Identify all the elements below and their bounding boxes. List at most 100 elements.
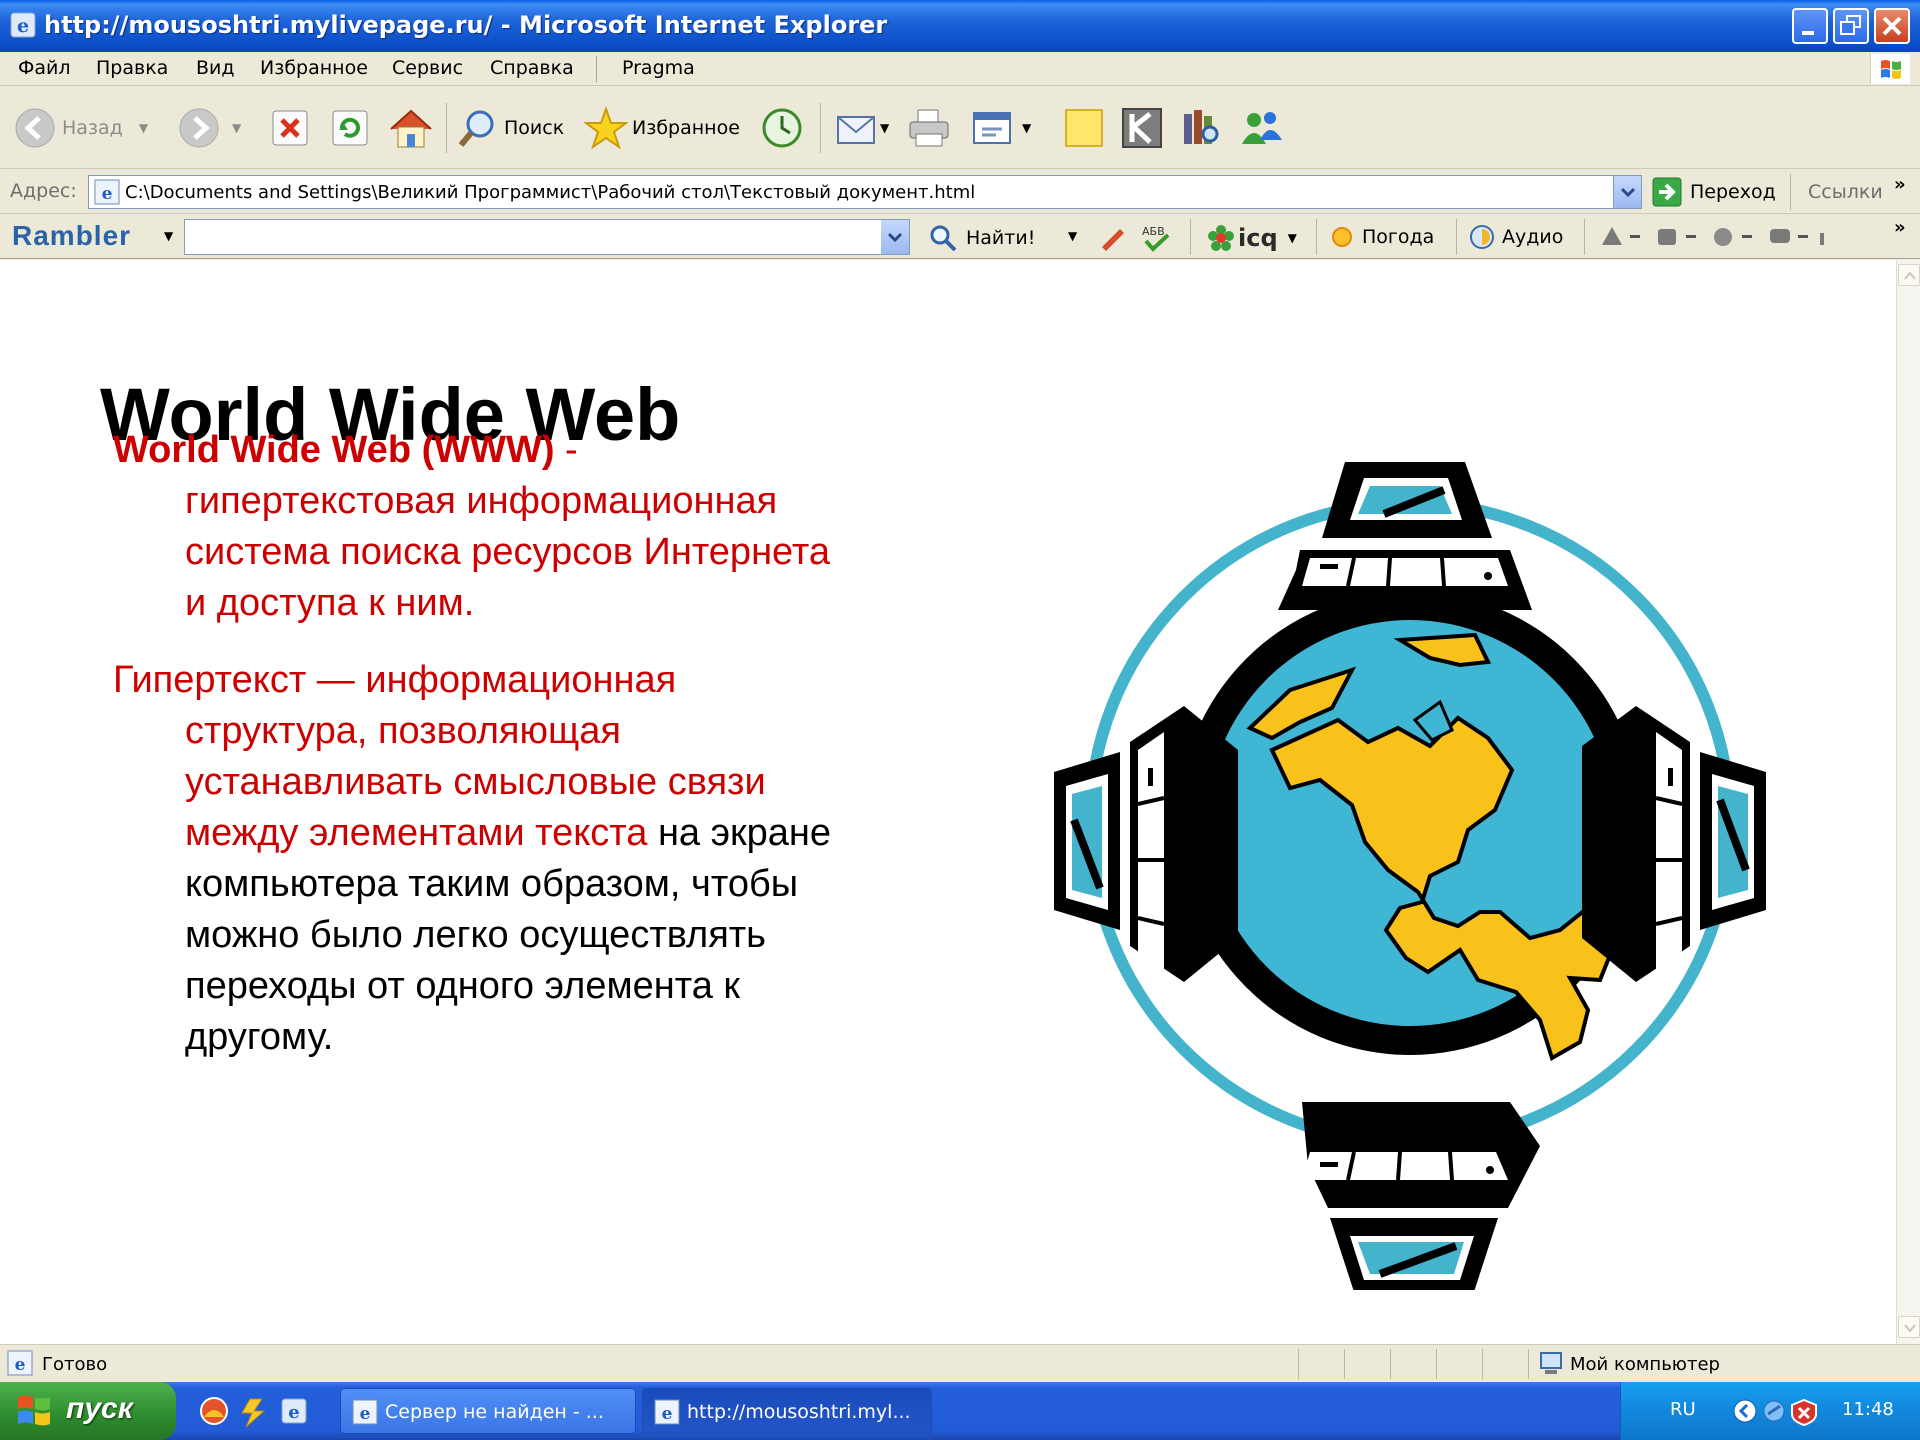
tray-expand-icon[interactable] [1732, 1398, 1758, 1424]
title-bar[interactable]: e http://mousoshtri.mylivepage.ru/ - Mic… [0, 0, 1920, 52]
menu-pragma[interactable]: Pragma [622, 57, 695, 79]
language-indicator[interactable]: RU [1670, 1399, 1696, 1420]
status-divider [1298, 1349, 1299, 1379]
svg-text:e: e [662, 1404, 673, 1424]
favorites-label: Избранное [632, 117, 740, 139]
audio-label: Аудио [1502, 226, 1564, 248]
status-divider [1344, 1349, 1345, 1379]
page-done-icon: e [7, 1350, 33, 1376]
restore-button[interactable] [1833, 8, 1869, 44]
find-dropdown-icon[interactable]: ▼ [1068, 229, 1077, 243]
mail-dropdown-icon[interactable]: ▼ [880, 121, 889, 135]
status-divider [1436, 1349, 1437, 1379]
scroll-down-button[interactable] [1898, 1316, 1920, 1338]
tray-icons[interactable] [1762, 1396, 1822, 1426]
print-button[interactable] [906, 101, 952, 155]
rambler-toolbar: Rambler ▼ Найти! ▼ АБВ icq ▼ Погода Ауди… [0, 215, 1920, 259]
definition-line: гипертекстовая информационная [185, 480, 778, 522]
status-divider [1390, 1349, 1391, 1379]
clock: 11:48 [1842, 1399, 1894, 1420]
minimize-button[interactable] [1792, 8, 1828, 44]
taskbar-task-mousoshtri[interactable]: e http://mousoshtri.myl... [642, 1388, 932, 1434]
window-title: http://mousoshtri.mylivepage.ru/ - Micro… [44, 11, 888, 39]
scroll-up-button[interactable] [1898, 264, 1920, 286]
favorites-button[interactable]: Избранное [584, 101, 740, 155]
audio-button[interactable]: Аудио [1468, 223, 1563, 251]
pencil-icon [1102, 229, 1124, 251]
svg-text:e: e [17, 15, 29, 37]
back-dropdown-icon[interactable]: ▼ [139, 121, 148, 135]
home-icon [390, 109, 432, 148]
windows-flag-icon [1870, 54, 1910, 84]
stop-button[interactable] [270, 101, 310, 155]
chevron-down-icon [1904, 1324, 1916, 1333]
go-arrow-icon [1652, 177, 1682, 207]
menu-help[interactable]: Справка [490, 57, 574, 79]
spellcheck-button[interactable]: АБВ [1140, 223, 1174, 253]
forward-dropdown-icon[interactable]: ▼ [232, 121, 241, 135]
hypertext-line: другому. [185, 1016, 334, 1058]
status-text: Готово [42, 1354, 108, 1375]
www-term: World Wide Web (WWW) [113, 429, 555, 471]
rambler-logo[interactable]: Rambler [12, 220, 131, 252]
edit-button[interactable]: ▼ [970, 101, 1031, 155]
refresh-button[interactable] [330, 101, 370, 155]
rambler-menu-dropdown-icon[interactable]: ▼ [164, 229, 173, 243]
security-zone: Мой компьютер [1570, 1354, 1720, 1375]
back-arrow-icon [15, 108, 55, 148]
discuss-button[interactable] [1062, 101, 1106, 155]
start-button[interactable]: пуск [0, 1382, 176, 1440]
ie-page-icon: e [654, 1399, 680, 1425]
icq-dropdown-icon[interactable]: ▼ [1288, 231, 1297, 245]
hypertext-red-tail: между элементами текста [185, 812, 648, 854]
address-dropdown-button[interactable] [1613, 176, 1641, 208]
chevron-right-icon[interactable]: » [1894, 174, 1906, 195]
back-button[interactable]: Назад ▼ [14, 101, 148, 155]
hypertext-line: структура, позволяющая [185, 710, 621, 752]
globe-icon [1178, 591, 1642, 1061]
forward-button[interactable]: ▼ [178, 101, 241, 155]
taskbar-task-server-not-found[interactable]: e Сервер не найден - ... [340, 1388, 636, 1434]
start-label: пуск [66, 1392, 133, 1425]
mail-button[interactable]: ▼ [834, 101, 889, 155]
stop-icon [272, 110, 308, 146]
extra-tools[interactable] [1598, 223, 1888, 251]
svg-text:e: e [288, 1402, 299, 1423]
close-button[interactable] [1874, 8, 1910, 44]
edit-dropdown-icon[interactable]: ▼ [1022, 121, 1031, 135]
search-button[interactable]: Поиск [456, 101, 564, 155]
k-button[interactable] [1120, 101, 1164, 155]
menu-edit[interactable]: Правка [96, 57, 168, 79]
menu-view[interactable]: Вид [196, 57, 235, 79]
computer-icon [1054, 706, 1238, 982]
chevron-right-icon[interactable]: » [1894, 217, 1906, 238]
definition-line: система поиска ресурсов Интернета [185, 531, 831, 573]
star-icon [584, 106, 628, 150]
rambler-find-button[interactable]: Найти! [928, 223, 1035, 253]
highlight-button[interactable] [1098, 223, 1128, 251]
weather-button[interactable]: Погода [1328, 223, 1434, 251]
menu-favorites[interactable]: Избранное [260, 57, 368, 79]
standard-toolbar: Назад ▼ ▼ Поиск Избранное ▼ ▼ [0, 87, 1920, 169]
computer-icon [1302, 1102, 1540, 1290]
research-button[interactable] [1178, 101, 1222, 155]
history-button[interactable] [760, 101, 804, 155]
audio-icon [1470, 225, 1494, 249]
messenger-button[interactable] [1236, 101, 1286, 155]
address-field[interactable]: e C:\Documents and Settings\Великий Прог… [88, 175, 1642, 209]
home-button[interactable] [388, 101, 434, 155]
ie-page-icon: e [352, 1399, 378, 1425]
computer-icon [1582, 706, 1766, 982]
menu-tools[interactable]: Сервис [392, 57, 463, 79]
go-button[interactable]: Переход [1652, 175, 1776, 209]
menu-file[interactable]: Файл [18, 57, 71, 79]
address-url: C:\Documents and Settings\Великий Програ… [125, 182, 976, 203]
svg-text:e: e [15, 1355, 26, 1375]
edit-page-icon [973, 112, 1011, 144]
links-button[interactable]: Ссылки [1808, 181, 1883, 203]
vertical-scrollbar[interactable] [1896, 260, 1920, 1344]
rambler-search-dropdown[interactable] [881, 220, 909, 254]
rambler-search-input[interactable] [184, 219, 910, 255]
icq-button[interactable]: icq ▼ [1206, 223, 1297, 253]
computer-icon [1278, 462, 1532, 610]
